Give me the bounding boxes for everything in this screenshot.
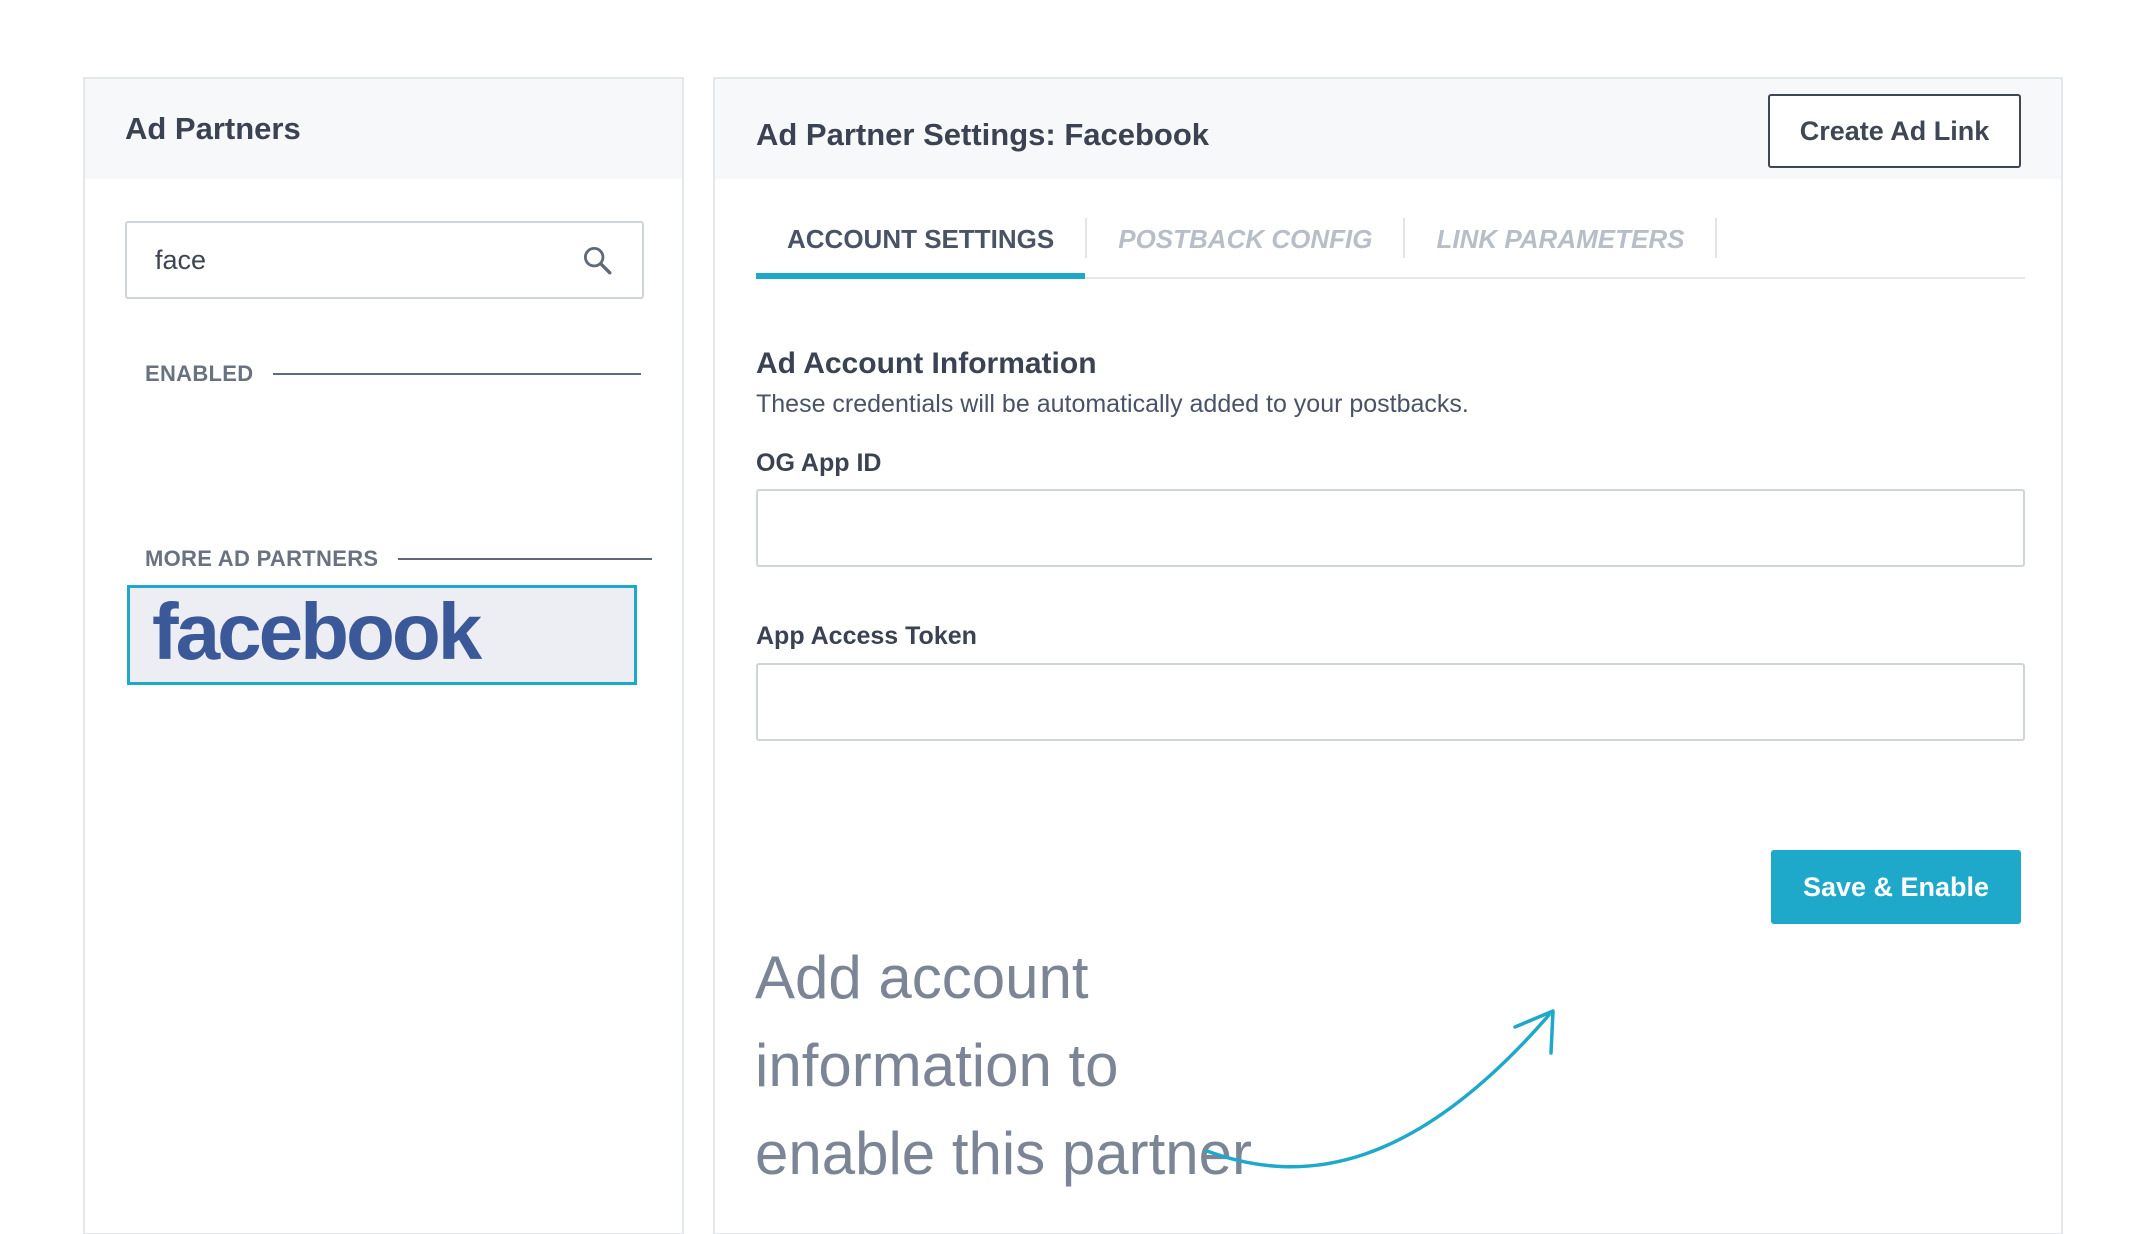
tab-postback-config[interactable]: POSTBACK CONFIG (1087, 216, 1403, 279)
tab-link-parameters[interactable]: LINK PARAMETERS (1405, 216, 1715, 279)
form-description: These credentials will be automatically … (756, 390, 1469, 418)
more-partners-section-text: MORE AD PARTNERS (145, 546, 379, 571)
enabled-section-label: ENABLED (145, 361, 642, 387)
more-partners-section-label: MORE AD PARTNERS (145, 546, 653, 572)
og-app-id-input[interactable] (756, 489, 2025, 567)
app-access-token-label: App Access Token (756, 622, 977, 650)
tab-separator (1715, 218, 1718, 258)
section-divider (398, 558, 653, 560)
save-enable-button[interactable]: Save & Enable (1771, 850, 2021, 924)
partner-settings-header: Ad Partner Settings: Facebook Create Ad … (715, 79, 2061, 179)
app-access-token-input[interactable] (756, 663, 2025, 741)
partner-settings-title: Ad Partner Settings: Facebook (756, 117, 1210, 152)
app-screen: Ad Partners ENABLED MORE AD PARTNERS fac… (0, 0, 2134, 1234)
section-divider (273, 373, 642, 375)
ad-partners-title: Ad Partners (125, 111, 301, 146)
facebook-logo: facebook (152, 587, 482, 676)
settings-tabs: ACCOUNT SETTINGS POSTBACK CONFIG LINK PA… (756, 216, 2025, 279)
search-icon[interactable] (580, 243, 614, 277)
og-app-id-label: OG App ID (756, 449, 882, 477)
partner-settings-panel: Ad Partner Settings: Facebook Create Ad … (713, 77, 2063, 1234)
tab-account-settings[interactable]: ACCOUNT SETTINGS (756, 216, 1086, 279)
partner-search-box[interactable] (125, 221, 644, 299)
create-ad-link-button[interactable]: Create Ad Link (1768, 94, 2021, 168)
enabled-section-text: ENABLED (145, 361, 254, 386)
partner-tile-facebook[interactable]: facebook (127, 585, 637, 685)
ad-partners-header: Ad Partners (85, 79, 682, 179)
curved-arrow-icon (1205, 1009, 1555, 1169)
partner-search-input[interactable] (155, 244, 580, 276)
ad-partners-panel: Ad Partners ENABLED MORE AD PARTNERS fac… (83, 77, 684, 1234)
form-heading: Ad Account Information (756, 347, 1097, 380)
